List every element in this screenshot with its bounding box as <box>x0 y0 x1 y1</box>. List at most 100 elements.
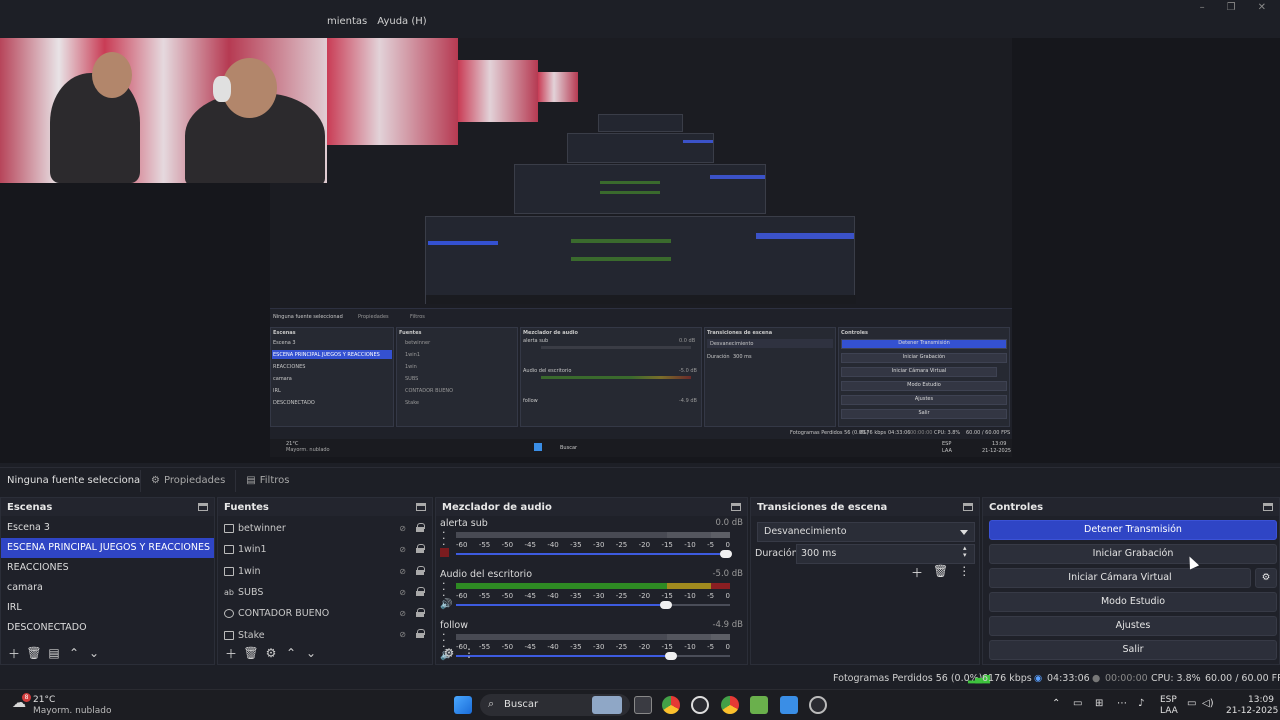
tray-icon[interactable]: ⊞ <box>1095 698 1103 709</box>
more-icon[interactable]: ⋮ <box>462 646 476 660</box>
mini-mixer-channel: Audio del escritorio <box>523 368 572 374</box>
visibility-icon[interactable]: ⊘ <box>399 609 406 618</box>
source-item[interactable]: 1win1 ⊘ <box>218 539 432 560</box>
transitions-title-bar: Transiciones de escena <box>751 498 979 516</box>
mixer-toolbar: ⚙ ⋮ <box>436 642 747 664</box>
lock-icon[interactable] <box>416 629 425 639</box>
clock-date[interactable]: 21-12-2025 <box>1226 706 1278 716</box>
undock-icon[interactable] <box>198 503 208 511</box>
menu-item-help[interactable]: Ayuda (H) <box>377 16 426 27</box>
chevron-down-icon[interactable]: ⌄ <box>304 646 318 660</box>
speaker-icon[interactable]: 🔊 <box>440 599 452 610</box>
volume-slider[interactable] <box>456 601 730 609</box>
windows-start-icon[interactable] <box>454 696 472 714</box>
scene-item[interactable]: REACCIONES <box>1 558 214 578</box>
start-virtual-cam-button[interactable]: Iniciar Cámara Virtual <box>989 568 1251 588</box>
undock-icon[interactable] <box>963 503 973 511</box>
visibility-icon[interactable]: ⊘ <box>399 524 406 533</box>
trash-icon[interactable]: 🗑 <box>933 564 948 581</box>
menu-item-tools[interactable]: mientas <box>327 16 367 27</box>
chevron-up-icon[interactable]: ⌃ <box>284 646 298 660</box>
app-icon[interactable] <box>750 696 768 714</box>
virtual-cam-settings-button[interactable]: ⚙ <box>1255 568 1277 588</box>
visibility-icon[interactable]: ⊘ <box>399 630 406 639</box>
more-icon[interactable]: · · · <box>442 578 446 601</box>
undock-icon[interactable] <box>731 503 741 511</box>
task-view-icon[interactable] <box>634 696 652 714</box>
visibility-icon[interactable]: ⊘ <box>399 588 406 597</box>
stop-stream-button[interactable]: Detener Transmisión <box>989 520 1277 540</box>
add-icon[interactable]: ＋ <box>224 646 238 661</box>
volume-slider[interactable] <box>456 550 732 558</box>
scene-item[interactable]: Escena 3 <box>1 518 214 538</box>
undock-icon[interactable] <box>1263 503 1273 511</box>
lock-icon[interactable] <box>416 523 425 532</box>
spin-arrows-icon[interactable]: ▴ ▾ <box>963 545 967 559</box>
mini-weather-desc: Mayorm. nublado <box>286 447 330 453</box>
clock-time[interactable]: 13:09 <box>1248 695 1274 705</box>
trash-icon[interactable]: 🗑 <box>243 646 258 660</box>
mini-stop-stream-button: Detener Transmisión <box>841 339 1007 349</box>
source-item[interactable]: ab SUBS ⊘ <box>218 582 432 603</box>
lock-icon[interactable] <box>416 544 425 554</box>
transition-select[interactable]: Desvanecimiento <box>757 522 975 542</box>
more-icon[interactable]: ⋮ <box>958 564 970 581</box>
filters-tab[interactable]: ▤ Filtros <box>235 469 299 492</box>
maximize-button[interactable]: ❐ <box>1227 2 1236 13</box>
lock-icon[interactable] <box>416 565 425 575</box>
visibility-icon[interactable]: ⊘ <box>399 545 406 554</box>
filter-icon[interactable]: ▤ <box>47 646 61 660</box>
microphone-icon[interactable]: ♪ <box>1138 698 1144 709</box>
tray-icon[interactable]: ▭ <box>1073 698 1082 709</box>
speaker-icon[interactable] <box>440 548 449 560</box>
chevron-up-icon[interactable]: ⌃ <box>1052 698 1060 709</box>
lock-icon[interactable] <box>416 586 425 596</box>
weather-desc: Mayorm. nublado <box>33 706 112 716</box>
preview-canvas[interactable]: Ninguna fuente seleccionad Propiedades F… <box>0 38 1280 463</box>
source-item[interactable]: betwinner ⊘ <box>218 518 432 539</box>
settings-button[interactable]: Ajustes <box>989 616 1277 636</box>
minimize-button[interactable]: – <box>1200 2 1205 13</box>
chevron-down-icon[interactable]: ⌄ <box>87 646 101 660</box>
scene-item[interactable]: IRL <box>1 598 214 618</box>
volume-icon[interactable]: ◁) <box>1202 698 1214 709</box>
meter-scale-tick: -45 <box>524 592 536 600</box>
obs-icon[interactable] <box>809 696 827 714</box>
weather-badge: 8 <box>22 693 31 702</box>
undock-icon[interactable] <box>416 503 426 511</box>
source-item[interactable]: CONTADOR BUENO ⊘ <box>218 603 432 624</box>
properties-tab[interactable]: ⚙ Propiedades <box>140 469 235 492</box>
start-record-button[interactable]: Iniciar Grabación <box>989 544 1277 564</box>
exit-button[interactable]: Salir <box>989 640 1277 660</box>
close-button[interactable]: ✕ <box>1258 2 1266 13</box>
no-source-label: Ninguna fuente seleccionac <box>7 475 140 486</box>
language-top[interactable]: ESP <box>1160 695 1177 705</box>
trash-icon[interactable]: 🗑 <box>26 646 41 660</box>
add-icon[interactable]: ＋ <box>911 564 923 581</box>
language-bottom[interactable]: LAA <box>1160 706 1178 716</box>
source-item[interactable]: 1win ⊘ <box>218 561 432 582</box>
scene-item[interactable]: DESCONECTADO <box>1 618 214 638</box>
lock-icon[interactable] <box>416 608 425 618</box>
properties-label: Propiedades <box>163 475 226 486</box>
scene-item[interactable]: camara <box>1 578 214 598</box>
network-icon[interactable]: ▭ <box>1187 698 1196 709</box>
chrome-icon[interactable] <box>662 696 680 714</box>
app-icon[interactable] <box>691 696 709 714</box>
mini-transitions-title: Transiciones de escena <box>707 330 773 336</box>
text-source-icon: ab <box>224 588 234 598</box>
tray-icon[interactable]: ⋯ <box>1117 698 1127 709</box>
more-icon[interactable]: · · · <box>442 527 446 550</box>
chrome-icon[interactable] <box>721 696 739 714</box>
volume-slider-knob[interactable] <box>659 601 672 609</box>
advanced-audio-icon[interactable]: ⚙ <box>442 646 456 660</box>
notepad-icon[interactable] <box>780 696 798 714</box>
gear-icon[interactable]: ⚙ <box>264 646 278 660</box>
duration-input[interactable]: 300 ms <box>796 544 975 564</box>
visibility-icon[interactable]: ⊘ <box>399 567 406 576</box>
scene-item-active[interactable]: ESCENA PRINCIPAL JUEGOS Y REACCIONES <box>1 538 214 558</box>
volume-slider-knob[interactable] <box>720 550 732 558</box>
studio-mode-button[interactable]: Modo Estudio <box>989 592 1277 612</box>
chevron-up-icon[interactable]: ⌃ <box>67 646 81 660</box>
add-icon[interactable]: ＋ <box>7 646 21 661</box>
